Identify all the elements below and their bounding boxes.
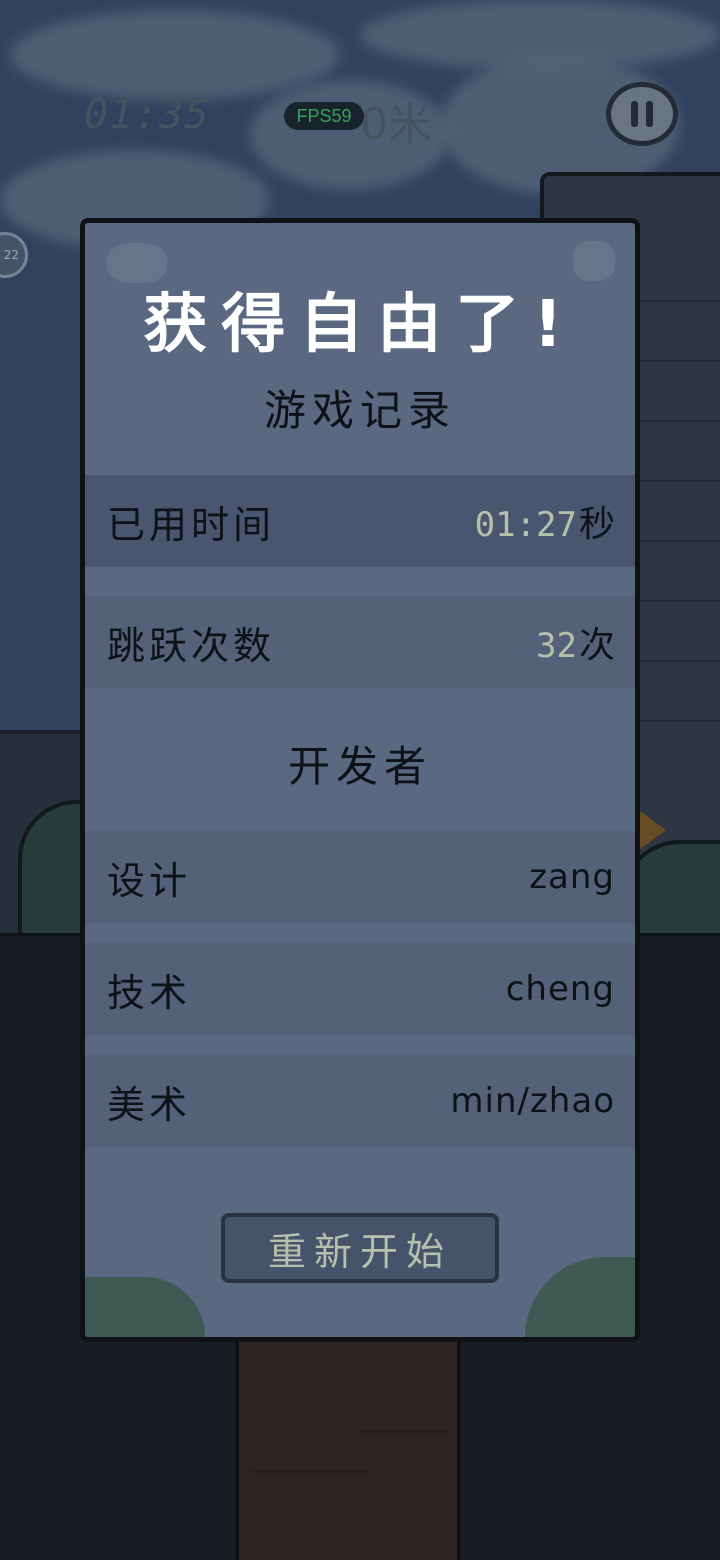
credit-value: zang [529, 857, 615, 897]
grass-decoration [525, 1257, 635, 1337]
stat-unit: 秒 [578, 504, 615, 545]
developer-heading: 开发者 [287, 742, 432, 791]
stat-value: 32 [536, 626, 577, 666]
credit-row-design: 设计 zang [85, 831, 635, 923]
stat-value: 01:27 [474, 505, 577, 545]
credit-row-art: 美术 min/zhao [85, 1055, 635, 1147]
stat-unit: 次 [578, 625, 615, 666]
stat-label: 已用时间 [107, 502, 276, 547]
credit-row-tech: 技术 cheng [85, 943, 635, 1035]
stat-row-jumps: 跳跃次数 32 次 [85, 596, 635, 688]
credit-label: 技术 [107, 970, 192, 1015]
grass-decoration [85, 1277, 205, 1337]
restart-button[interactable]: 重新开始 [221, 1213, 499, 1283]
credit-label: 设计 [107, 858, 192, 903]
record-heading: 游戏记录 [263, 386, 456, 435]
credit-label: 美术 [107, 1082, 192, 1127]
credit-value: min/zhao [450, 1081, 615, 1121]
panel-title: 获得自由了! [143, 288, 577, 362]
result-panel: 获得自由了! 游戏记录 已用时间 01:27 秒 跳跃次数 32 次 开发者 设… [80, 218, 640, 1342]
credit-value: cheng [505, 969, 615, 1009]
stat-label: 跳跃次数 [107, 623, 276, 668]
stat-row-time: 已用时间 01:27 秒 [85, 475, 635, 567]
